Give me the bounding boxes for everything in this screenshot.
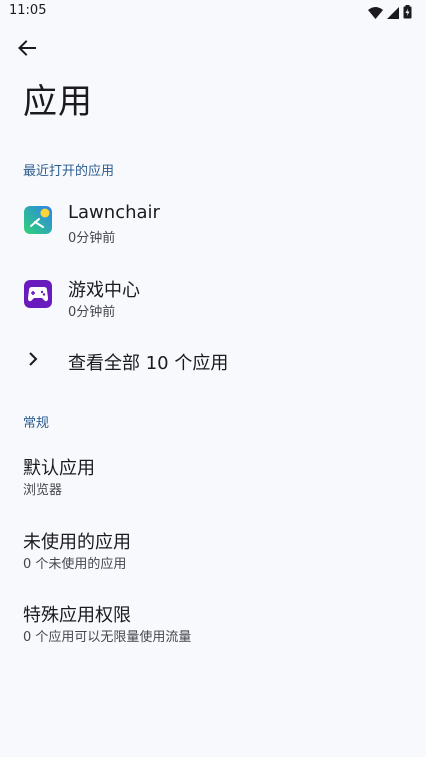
special-app-access-title: 特殊应用权限 [23, 605, 131, 626]
wifi-icon [368, 4, 383, 23]
special-app-access-subtitle: 0 个应用可以无限量使用流量 [23, 630, 192, 645]
lawnchair-icon [24, 206, 52, 234]
recent-app-item-game-center[interactable]: 游戏中心 0分钟前 [0, 266, 426, 326]
default-apps-title: 默认应用 [23, 458, 95, 479]
app-last-used: 0分钟前 [68, 231, 116, 246]
page-title: 应用 [23, 82, 93, 122]
signal-icon [387, 4, 399, 23]
default-apps-subtitle: 浏览器 [23, 483, 63, 498]
status-time: 11:05 [9, 3, 47, 18]
app-name: Lawnchair [68, 202, 160, 223]
back-button[interactable] [14, 37, 40, 63]
special-app-access-item[interactable]: 特殊应用权限 0 个应用可以无限量使用流量 [0, 591, 426, 651]
unused-apps-subtitle: 0 个未使用的应用 [23, 557, 127, 572]
unused-apps-item[interactable]: 未使用的应用 0 个未使用的应用 [0, 518, 426, 578]
see-all-apps-label: 查看全部 10 个应用 [68, 353, 229, 374]
game-center-icon [24, 280, 52, 308]
recent-apps-header: 最近打开的应用 [23, 164, 115, 179]
app-name: 游戏中心 [68, 280, 140, 301]
default-apps-item[interactable]: 默认应用 浏览器 [0, 444, 426, 504]
see-all-apps-button[interactable]: 查看全部 10 个应用 [0, 332, 426, 388]
general-header: 常规 [23, 416, 50, 431]
unused-apps-title: 未使用的应用 [23, 532, 131, 553]
app-last-used: 0分钟前 [68, 305, 116, 320]
arrow-back-icon [17, 38, 37, 62]
status-bar: 11:05 [0, 0, 426, 24]
battery-icon [403, 4, 412, 23]
status-icons [368, 4, 412, 23]
chevron-right-icon [27, 350, 39, 372]
recent-app-item-lawnchair[interactable]: Lawnchair 0分钟前 [0, 192, 426, 252]
